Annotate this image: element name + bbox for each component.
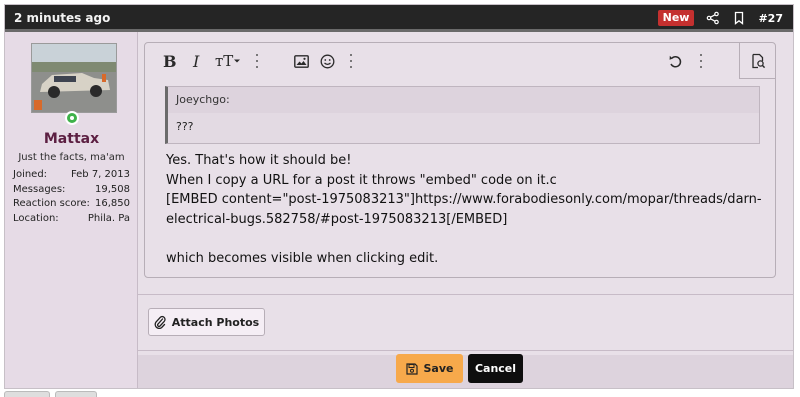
more-icon — [255, 54, 259, 68]
share-icon[interactable] — [706, 11, 720, 25]
preview-button[interactable] — [739, 43, 775, 79]
editor-toolbar: B I тT — [145, 43, 775, 79]
italic-button[interactable]: I — [193, 51, 199, 71]
preview-icon — [751, 53, 765, 68]
message-body[interactable]: Yes. That's how it should be! When I cop… — [166, 151, 766, 268]
next-post-edge — [55, 391, 97, 397]
stat-value[interactable]: 19,508 — [95, 183, 130, 198]
new-badge: New — [657, 10, 695, 26]
stat-value[interactable]: Phila. Pa — [88, 212, 130, 227]
message-line: Yes. That's how it should be! — [166, 153, 352, 168]
quote-text: ??? — [176, 120, 194, 133]
divider — [138, 350, 793, 351]
stat-value: 16,850 — [95, 198, 130, 209]
message-line: When I copy a URL for a post it throws "… — [166, 172, 557, 188]
message-line: which becomes visible when clicking edit… — [166, 250, 439, 266]
avatar[interactable] — [31, 43, 117, 113]
stat-label: Joined: — [13, 169, 48, 180]
rich-text-editor[interactable]: B I тT Joeychgo: ??? Yes. That's how it … — [144, 42, 776, 278]
image-icon — [294, 54, 309, 68]
bold-button[interactable]: B — [163, 51, 177, 71]
more-insert-button[interactable] — [349, 51, 353, 71]
divider — [138, 294, 793, 295]
save-icon — [405, 362, 418, 375]
emoji-button[interactable] — [320, 51, 335, 71]
next-post-edge — [4, 391, 50, 397]
save-label: Save — [423, 362, 454, 375]
message-line: [EMBED content="post-1975083213"]https:/… — [166, 192, 762, 207]
insert-image-button[interactable] — [294, 51, 309, 71]
post-header-actions: New #27 — [657, 9, 783, 27]
user-sidebar: Mattax Just the facts, ma'am Joined: Feb… — [5, 32, 138, 388]
form-footer — [138, 355, 793, 388]
attach-photos-label: Attach Photos — [171, 315, 260, 329]
bookmark-icon[interactable] — [732, 11, 746, 25]
username[interactable]: Mattax — [5, 131, 138, 147]
cancel-button[interactable]: Cancel — [468, 354, 523, 383]
attach-photos-button[interactable]: Attach Photos — [148, 308, 265, 336]
more-edit-button[interactable] — [699, 51, 703, 71]
chevron-down-icon — [234, 59, 241, 63]
stat-joined: Joined: Feb 7, 2013 — [13, 168, 130, 183]
stat-messages: Messages: 19,508 — [13, 183, 130, 198]
online-status-icon — [65, 111, 79, 125]
post-time[interactable]: 2 minutes ago — [14, 11, 110, 25]
quote-block[interactable]: Joeychgo: ??? — [165, 86, 760, 144]
avatar-image — [32, 44, 116, 112]
paperclip-icon — [154, 315, 166, 329]
more-options-button[interactable] — [255, 51, 259, 71]
undo-icon — [669, 55, 682, 68]
quote-body: ??? — [168, 113, 759, 143]
user-stats: Joined: Feb 7, 2013 Messages: 19,508 Rea… — [13, 168, 130, 226]
save-button[interactable]: Save — [396, 354, 463, 383]
smile-icon — [320, 54, 335, 68]
stat-reaction-score: Reaction score: 16,850 — [13, 197, 130, 212]
text-size-button[interactable]: тT — [215, 51, 241, 71]
more-icon — [349, 54, 353, 68]
undo-button[interactable] — [668, 51, 683, 71]
text-size-label: тT — [215, 52, 234, 70]
cancel-label: Cancel — [474, 362, 517, 375]
stat-value: Feb 7, 2013 — [70, 169, 130, 180]
stat-location: Location: Phila. Pa — [13, 212, 130, 227]
message-line: electrical-bugs.582758/#post-1975083213[… — [166, 211, 508, 227]
stat-label: Reaction score: — [13, 198, 90, 209]
more-icon — [699, 54, 703, 68]
post-number[interactable]: #27 — [758, 12, 783, 25]
post-header: 2 minutes ago New #27 — [5, 5, 793, 32]
user-title: Just the facts, ma'am — [18, 152, 125, 163]
quote-author: Joeychgo: — [176, 93, 230, 106]
stat-label: Location: — [13, 212, 59, 224]
stat-label: Messages: — [13, 183, 66, 195]
